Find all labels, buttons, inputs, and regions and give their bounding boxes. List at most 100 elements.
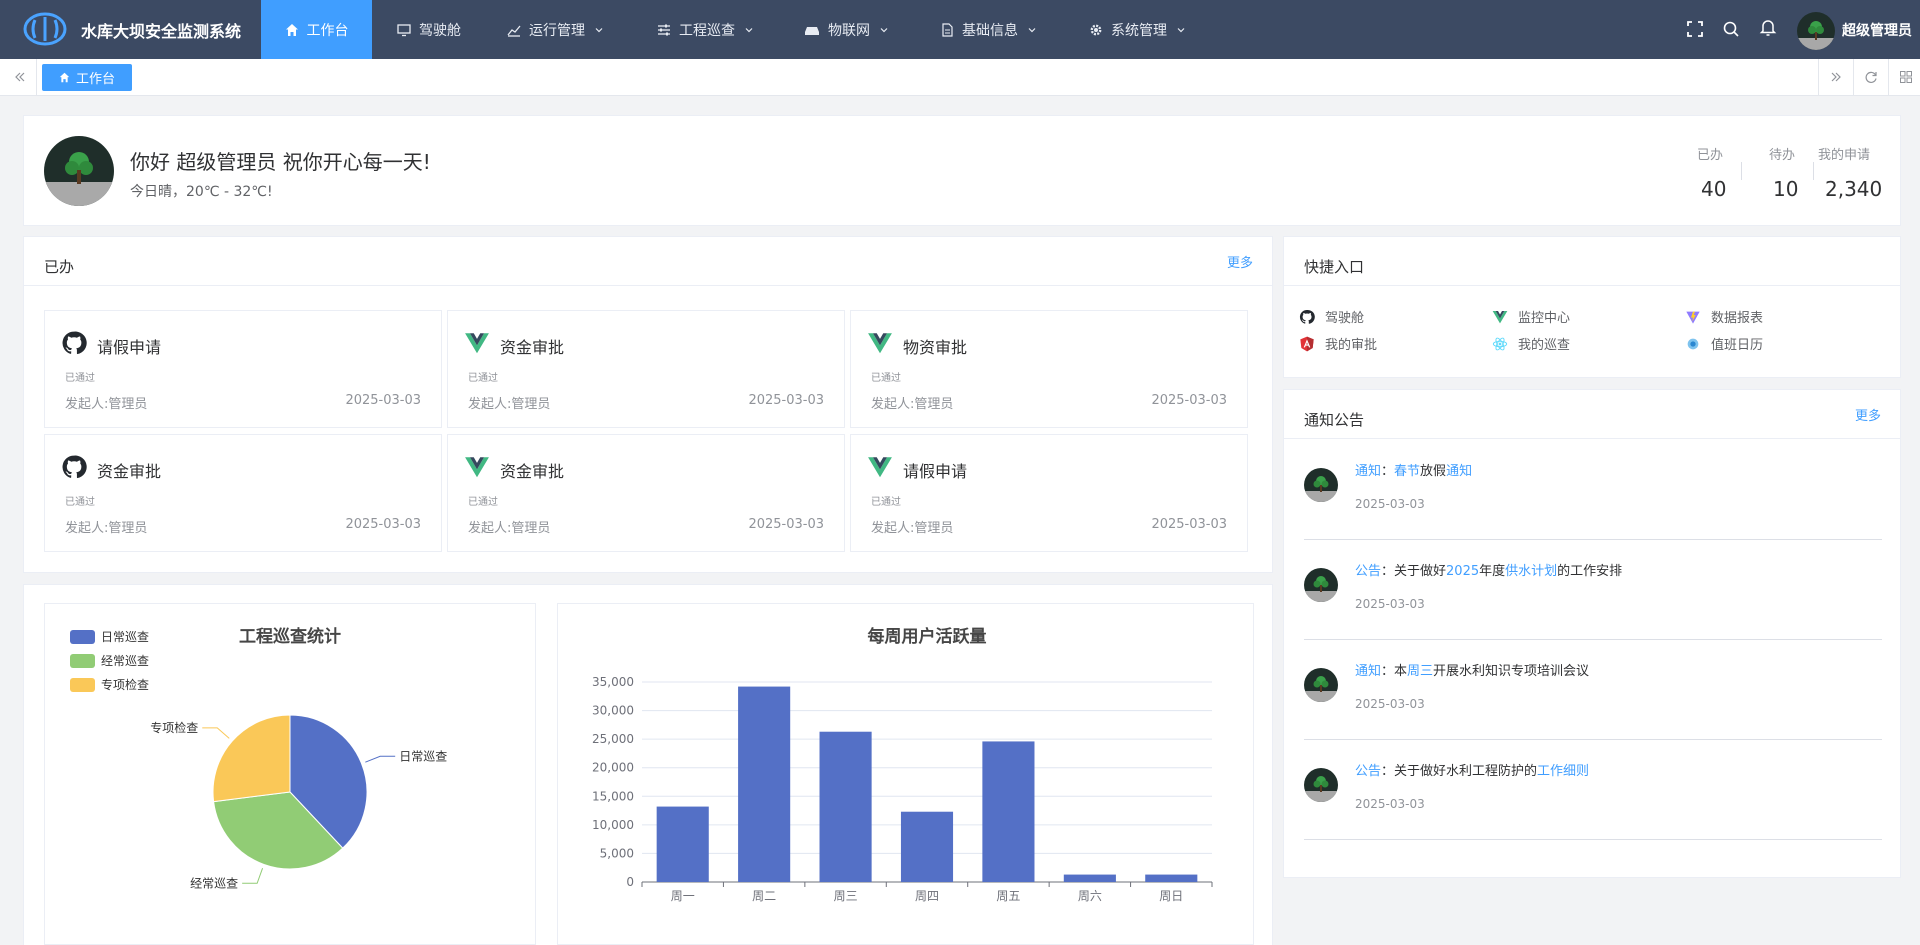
legend-label: 经常巡查 [101,654,149,668]
bar-chart: 每周用户活跃量 0 5,000 10,000 15,000 20,000 25,000 30,… [592,626,1213,903]
chart-title: 每周用户活跃量 [868,626,987,647]
task-card[interactable]: 资金审批 已通过 发起人:管理员 2025-03-03 [447,310,845,428]
notice-highlight: 通知 [1446,464,1473,479]
task-initiator: 发起人:管理员 [468,397,551,412]
tags-bar: 工作台 [0,59,1920,96]
bar [738,686,791,882]
quick-entry-item[interactable]: 驾驶舱 [1299,307,1364,326]
top-navbar: 水库大坝安全监测系统 工作台 驾驶舱 运行管理 工程巡查 物联网 基础信息 系统… [0,0,1920,59]
notice-text[interactable]: 公告：关于做好水利工程防护的工作细则 [1355,760,1589,779]
task-date: 2025-03-03 [345,393,421,408]
tab-label: 工作台 [75,72,115,87]
fullscreen-icon[interactable] [1685,19,1705,39]
bar [1063,874,1116,882]
task-card[interactable]: 资金审批 已通过 发起人:管理员 2025-03-03 [44,434,442,552]
x-tick-label: 周日 [1159,889,1183,903]
y-tick-label: 5,000 [600,846,634,860]
user-avatar[interactable] [1797,12,1835,50]
notice-plain: ：关于做好水利工程防护的 [1381,764,1538,779]
notice-date: 2025-03-03 [1355,697,1425,711]
vue-icon [1492,310,1508,323]
notice-card: 通知公告 更多 通知：春节放假通知 2025-03-03 公告：关于做好2025年度… [1283,389,1901,878]
nav-iot[interactable]: 物联网 [804,0,889,59]
more-link[interactable]: 更多 [1227,252,1253,271]
stat-value-todo[interactable]: 10 [1773,177,1798,201]
nav-label: 运行管理 [529,22,585,39]
task-status: 已通过 [65,497,95,508]
notice-highlight: 通知 [1355,664,1382,679]
chevron-down-icon [1028,27,1036,32]
quick-entry-item[interactable]: 我的审批 [1299,334,1377,353]
notice-item[interactable]: 通知：春节放假通知 2025-03-03 [1304,440,1882,540]
search-icon[interactable] [1721,19,1741,39]
vue-icon [868,333,892,354]
quick-entry-item[interactable]: 数据报表 [1685,307,1763,326]
nav-inspection[interactable]: 工程巡查 [657,0,754,59]
double-chevron-right-icon [1831,72,1841,82]
card-header: 快捷入口 [1284,237,1900,286]
nav-system[interactable]: 系统管理 [1089,0,1186,59]
notice-plain: 开展水利知识专项培训会议 [1433,664,1590,679]
divider [1813,162,1814,180]
notice-plain: 放假 [1420,464,1447,479]
pie-label-line [242,868,264,884]
bell-icon[interactable] [1758,17,1778,37]
notice-item[interactable]: 公告：关于做好2025年度供水计划的工作安排 2025-03-03 [1304,540,1882,640]
notice-highlight: 2025 [1446,564,1480,579]
logo-icon [23,12,67,46]
stat-value-applications[interactable]: 2,340 [1825,177,1882,201]
quick-entry-item[interactable]: 我的巡查 [1492,334,1570,353]
user-name[interactable]: 超级管理员 [1842,20,1912,40]
quick-entry-item[interactable]: 监控中心 [1492,307,1570,326]
notice-text[interactable]: 通知：本周三开展水利知识专项培训会议 [1355,660,1589,679]
tab-workbench[interactable]: 工作台 [42,64,132,91]
task-title: 请假申请 [97,338,162,357]
task-card[interactable]: 资金审批 已通过 发起人:管理员 2025-03-03 [447,434,845,552]
stat-value-done[interactable]: 40 [1701,177,1726,201]
nav-workbench[interactable]: 工作台 [261,0,372,59]
y-tick-label: 0 [626,875,634,889]
quick-entry-item[interactable]: 值班日历 [1685,334,1763,353]
stat-label-todo: 待办 [1769,148,1796,163]
home-icon [285,23,298,36]
github-icon [62,331,87,355]
more-link[interactable]: 更多 [1855,405,1881,424]
layout-menu-button[interactable] [1888,59,1920,95]
task-initiator: 发起人:管理员 [871,521,954,536]
notice-avatar [1304,568,1338,602]
greeting-text: 你好 超级管理员 祝你开心每一天! [130,150,431,174]
task-card[interactable]: 物资审批 已通过 发起人:管理员 2025-03-03 [850,310,1248,428]
task-card[interactable]: 请假申请 已通过 发起人:管理员 2025-03-03 [44,310,442,428]
nav-operations[interactable]: 运行管理 [507,0,604,59]
document-icon [942,22,953,37]
dot-icon [1687,338,1699,349]
task-status: 已通过 [468,497,498,508]
system-title: 水库大坝安全监测系统 [81,22,242,41]
task-date: 2025-03-03 [345,517,421,532]
task-initiator: 发起人:管理员 [468,521,551,536]
avatar-image [1304,568,1338,602]
avatar-image [44,136,114,206]
gear-icon [1090,24,1102,35]
github-icon [62,455,87,479]
task-card[interactable]: 请假申请 已通过 发起人:管理员 2025-03-03 [850,434,1248,552]
scroll-left-button[interactable] [3,59,37,95]
notice-avatar [1304,668,1338,702]
scroll-right-button[interactable] [1818,59,1852,95]
notice-plain: 的工作安排 [1557,564,1623,579]
pie-chart: 工程巡查统计日常巡查经常巡查专项检查日常巡查经常巡查专项检查 [70,626,447,890]
notice-item[interactable]: 通知：本周三开展水利知识专项培训会议 2025-03-03 [1304,640,1882,740]
weather-text: 今日晴，20℃ - 32℃! [130,184,273,200]
refresh-icon [1865,71,1877,83]
y-tick-label: 35,000 [592,675,634,689]
task-date: 2025-03-03 [748,393,824,408]
refresh-button[interactable] [1853,59,1887,95]
pie-chart-panel: 工程巡查统计 日常巡查 经常巡查 专项检查 日常巡查 经常巡查 专项检查 [44,603,536,945]
notice-item[interactable]: 公告：关于做好水利工程防护的工作细则 2025-03-03 [1304,740,1882,840]
notice-text[interactable]: 通知：春节放假通知 [1355,460,1472,479]
bar-chart-panel: 每周用户活跃量 0 5,000 10,000 15,000 20,000 25,000 30,… [557,603,1254,945]
nav-basic-info[interactable]: 基础信息 [940,0,1037,59]
nav-cockpit[interactable]: 驾驶舱 [397,0,461,59]
bar [1145,874,1198,882]
notice-text[interactable]: 公告：关于做好2025年度供水计划的工作安排 [1355,560,1622,579]
